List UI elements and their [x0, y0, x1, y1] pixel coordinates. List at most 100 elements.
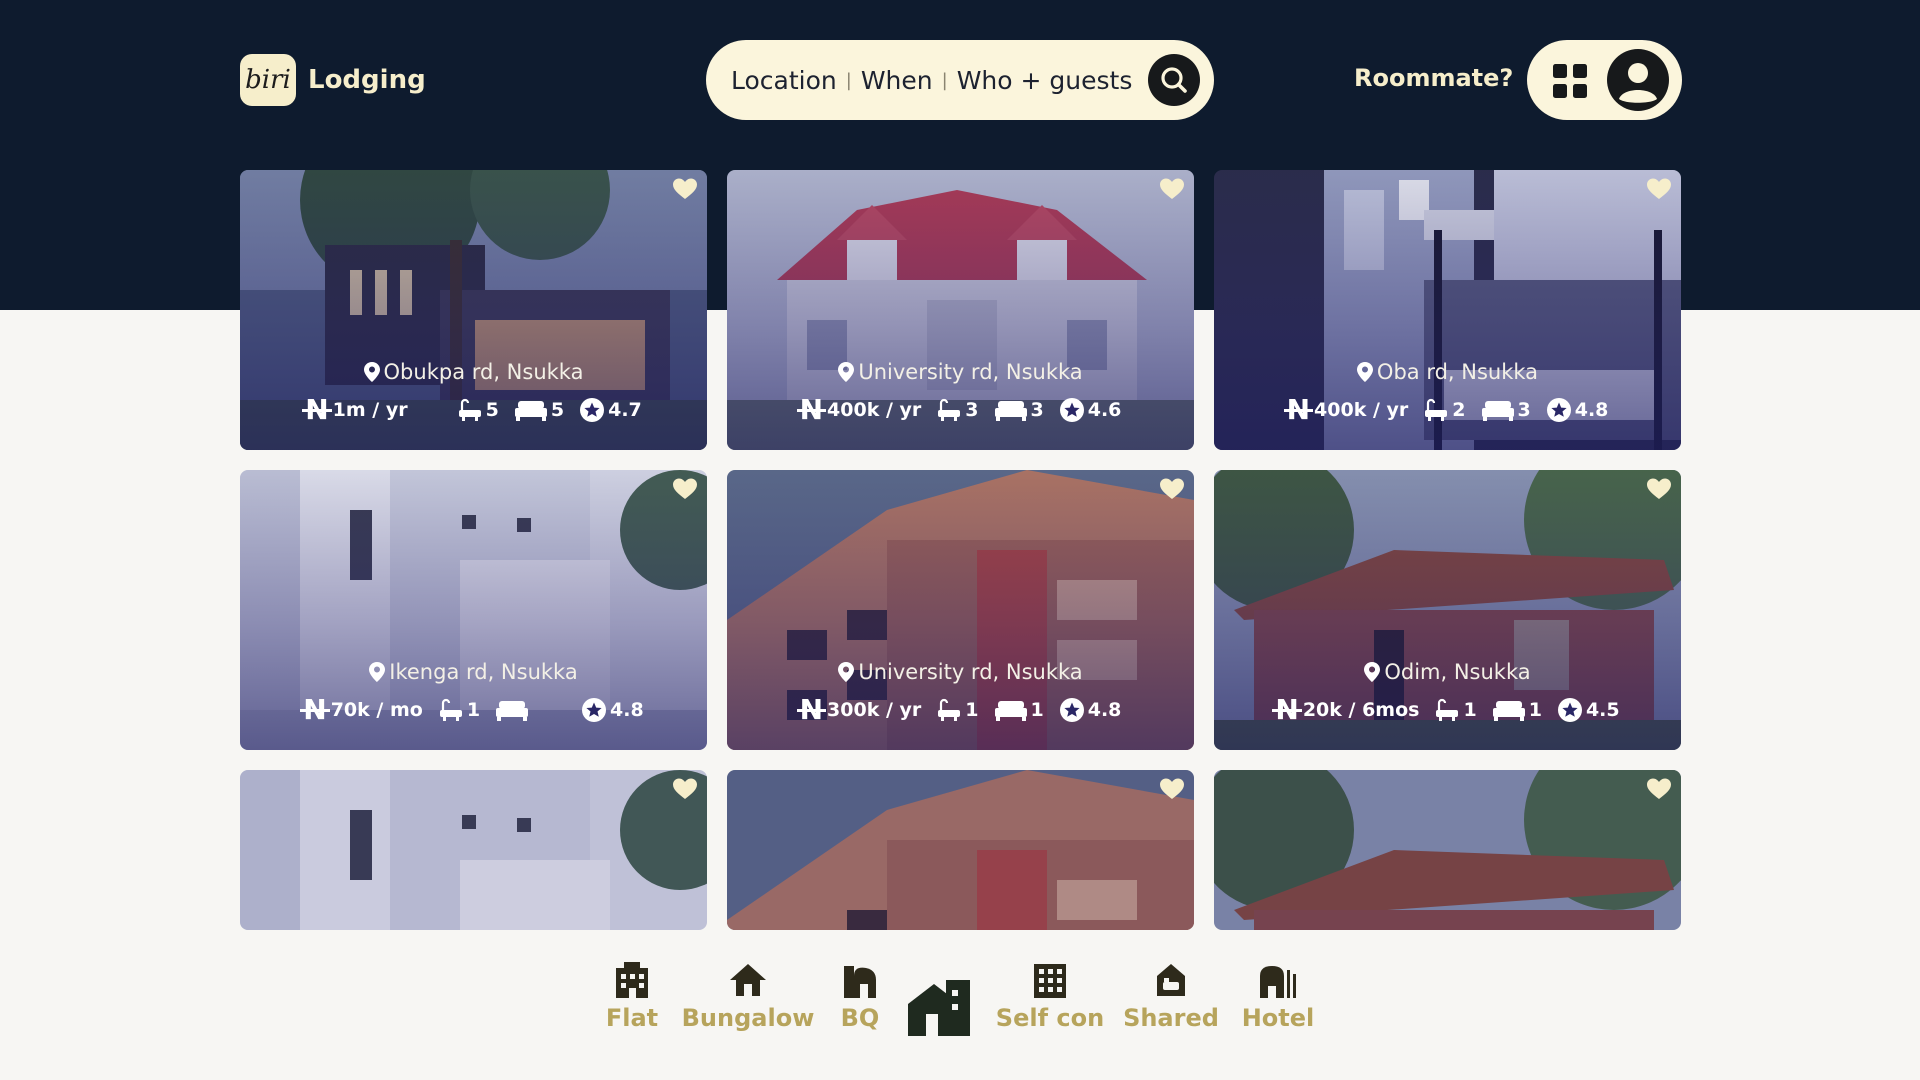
- listing-stats: N 400k / yr 3 3 4.6: [727, 396, 1194, 424]
- location-pin-icon: [1364, 662, 1380, 682]
- listing-price: 400k / yr: [827, 399, 922, 421]
- rating-stat: 4.6: [1060, 398, 1122, 422]
- user-avatar-icon[interactable]: [1607, 49, 1669, 111]
- category-hotel[interactable]: Hotel: [1238, 962, 1318, 1032]
- search-location[interactable]: Location: [731, 66, 837, 95]
- bath-count: 3: [965, 399, 979, 421]
- category-self-con[interactable]: Self con: [995, 962, 1105, 1032]
- category-flat[interactable]: Flat: [602, 962, 662, 1032]
- brand-logo: biri: [240, 54, 296, 106]
- bathtub-icon: [1424, 398, 1448, 422]
- bath-count: 1: [466, 699, 481, 721]
- listing-card[interactable]: [727, 770, 1194, 930]
- bed-icon: [1493, 698, 1525, 722]
- rating-stat: 4.8: [582, 698, 644, 722]
- listing-location-text: Obukpa rd, Nsukka: [383, 360, 584, 384]
- location-pin-icon: [1357, 362, 1373, 382]
- bathtub-icon: [937, 698, 961, 722]
- favorite-heart-icon[interactable]: [1647, 778, 1671, 800]
- bath-count: 1: [965, 699, 979, 721]
- search-when[interactable]: When: [861, 66, 933, 95]
- category-bungalow[interactable]: Bungalow: [681, 962, 815, 1032]
- bed-stat: 3: [1482, 398, 1531, 422]
- search-button[interactable]: [1148, 54, 1200, 106]
- listing-card[interactable]: [240, 770, 707, 930]
- bed-icon: [515, 398, 547, 422]
- photo-tint: [1214, 770, 1681, 930]
- hotel-icon: [1260, 966, 1296, 998]
- price-stat: N 20k / 6mos: [1272, 696, 1419, 724]
- price-stat: N 70k / mo: [300, 696, 423, 724]
- listing-card[interactable]: Odim, Nsukka N 20k / 6mos 1 1 4.5: [1214, 470, 1681, 750]
- bathtub-icon: [937, 398, 961, 422]
- listing-card[interactable]: Ikenga rd, Nsukka N 70k / mo 1 4.8: [240, 470, 707, 750]
- bed-stat: 1: [995, 698, 1044, 722]
- bath-stat: 1: [1435, 698, 1477, 722]
- category-label: BQ: [840, 1004, 880, 1032]
- bed-count: 1: [1528, 699, 1542, 721]
- favorite-heart-icon[interactable]: [1647, 178, 1671, 200]
- listing-location-text: Oba rd, Nsukka: [1376, 360, 1539, 384]
- brand[interactable]: biri Lodging: [240, 54, 426, 106]
- category-label: Hotel: [1241, 1004, 1315, 1032]
- category-shared[interactable]: Shared: [1121, 962, 1221, 1032]
- listing-card[interactable]: University rd, Nsukka N 300k / yr 1 1 4.8: [727, 470, 1194, 750]
- rating-value: 4.5: [1585, 699, 1620, 721]
- listing-card[interactable]: [1214, 770, 1681, 930]
- favorite-heart-icon[interactable]: [1160, 778, 1184, 800]
- star-icon: [1558, 698, 1582, 722]
- search-who[interactable]: Who + guests: [957, 66, 1133, 95]
- price-stat: N 400k / yr: [1283, 393, 1408, 426]
- location-pin-icon: [369, 662, 385, 682]
- rating-value: 4.6: [1087, 399, 1122, 421]
- bed-count: 3: [1030, 399, 1044, 421]
- price-stat: N 1m / yr: [302, 396, 408, 424]
- search-icon: [1161, 67, 1187, 93]
- listing-location-text: University rd, Nsukka: [858, 660, 1083, 684]
- listing-price: 300k / yr: [827, 699, 922, 721]
- brand-name: Lodging: [308, 65, 426, 95]
- rating-stat: 4.8: [1060, 698, 1121, 722]
- roommate-link[interactable]: Roommate?: [1354, 64, 1513, 92]
- bed-icon: [1482, 398, 1514, 422]
- favorite-heart-icon[interactable]: [1160, 178, 1184, 200]
- bathtub-icon: [439, 698, 463, 722]
- location-pin-icon: [838, 362, 854, 382]
- listing-location: University rd, Nsukka: [727, 360, 1194, 384]
- search-bar[interactable]: Location | When | Who + guests: [706, 40, 1214, 120]
- listing-stats: N 1m / yr 5 5 4.7: [240, 396, 707, 424]
- bathtub-icon: [1435, 698, 1459, 722]
- naira-icon: N: [1283, 393, 1314, 426]
- favorite-heart-icon[interactable]: [1160, 478, 1184, 500]
- bed-count: 5: [550, 399, 565, 421]
- grid-menu-icon[interactable]: [1553, 64, 1587, 98]
- bath-count: 1: [1463, 699, 1477, 721]
- bath-count: 5: [485, 399, 499, 421]
- favorite-heart-icon[interactable]: [673, 778, 697, 800]
- listing-location: University rd, Nsukka: [727, 660, 1194, 684]
- listing-card[interactable]: University rd, Nsukka N 400k / yr 3 3 4.6: [727, 170, 1194, 450]
- favorite-heart-icon[interactable]: [673, 178, 697, 200]
- home-nav-icon[interactable]: [906, 980, 972, 1036]
- category-bq[interactable]: BQ: [830, 962, 890, 1032]
- rating-value: 4.7: [608, 399, 642, 421]
- bed-stat: 5: [515, 398, 564, 422]
- photo-tint: [240, 770, 707, 930]
- rating-stat: 4.8: [1547, 398, 1608, 422]
- star-icon: [1060, 698, 1084, 722]
- favorite-heart-icon[interactable]: [673, 478, 697, 500]
- listing-card[interactable]: Oba rd, Nsukka N 400k / yr 2 3 4.8: [1214, 170, 1681, 450]
- category-label: Bungalow: [681, 1004, 815, 1032]
- rating-stat: 4.5: [1558, 698, 1620, 722]
- location-pin-icon: [364, 362, 380, 382]
- listing-stats: N 20k / 6mos 1 1 4.5: [1214, 696, 1681, 724]
- bed-icon: [995, 698, 1027, 722]
- bq-icon: [844, 966, 876, 998]
- bed-stat: 1: [1493, 698, 1542, 722]
- listing-card[interactable]: Obukpa rd, Nsukka N 1m / yr 5 5 4.7: [240, 170, 707, 450]
- user-menu[interactable]: [1527, 40, 1682, 120]
- listing-location: Oba rd, Nsukka: [1214, 360, 1681, 384]
- favorite-heart-icon[interactable]: [1647, 478, 1671, 500]
- listing-price: 1m / yr: [332, 399, 408, 421]
- shared-icon: [1157, 964, 1185, 996]
